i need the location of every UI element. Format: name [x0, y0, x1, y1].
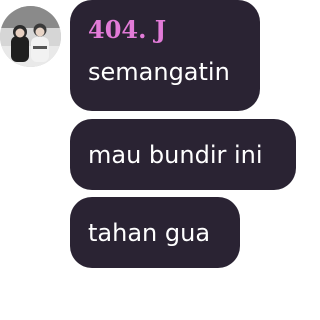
profile-photo-icon — [0, 6, 61, 67]
message-text: mau bundir ini — [88, 141, 263, 169]
sender-name[interactable]: 404. J — [88, 14, 242, 46]
message-text: tahan gua — [88, 219, 211, 247]
chat-thread: 404. J semangatin mau bundir ini tahan g… — [0, 0, 298, 320]
message-bubble[interactable]: 404. J semangatin — [70, 0, 260, 111]
avatar[interactable] — [0, 6, 61, 67]
message-bubble[interactable]: tahan gua — [70, 197, 240, 268]
message-bubble[interactable]: mau bundir ini — [70, 119, 296, 190]
message-text: semangatin — [88, 58, 230, 86]
